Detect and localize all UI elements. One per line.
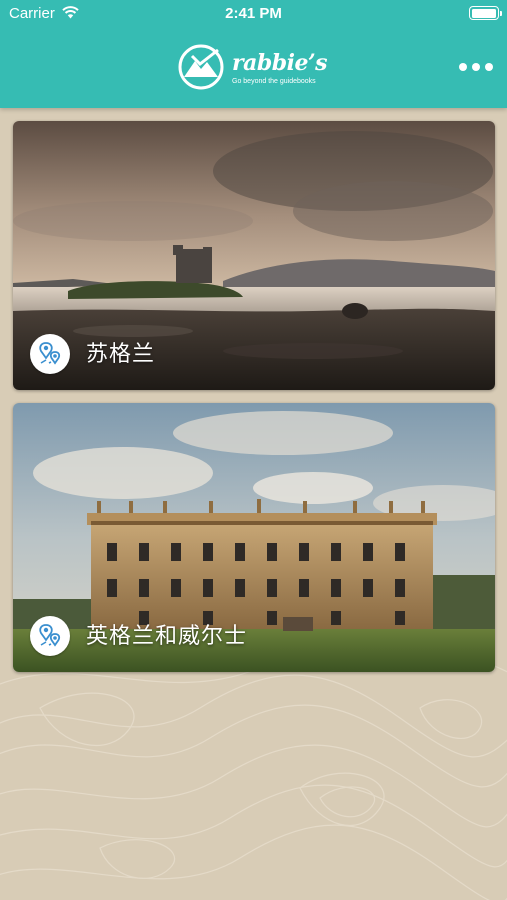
brand-tagline: Go beyond the guidebooks (232, 78, 316, 85)
status-time: 2:41 PM (225, 5, 282, 22)
rabbies-logo-icon (178, 44, 224, 90)
battery-icon (469, 6, 502, 20)
destination-card-scotland[interactable]: 苏格兰 (13, 121, 495, 390)
map-pin-icon (30, 334, 70, 374)
destination-label: 苏格兰 (86, 341, 156, 366)
brand-name: rabbie’s (232, 50, 328, 76)
status-bar: Carrier 2:41 PM (0, 0, 507, 28)
map-pin-icon (30, 616, 70, 656)
destination-card-england-wales[interactable]: 英格兰和威尔士 (13, 403, 495, 672)
destination-label: 英格兰和威尔士 (86, 623, 248, 648)
app-header: Carrier 2:41 PM rabbie’s Go beyond the g… (0, 0, 507, 108)
brand-logo: rabbie’s Go beyond the guidebooks (178, 44, 338, 90)
more-dots-icon[interactable] (459, 60, 493, 74)
